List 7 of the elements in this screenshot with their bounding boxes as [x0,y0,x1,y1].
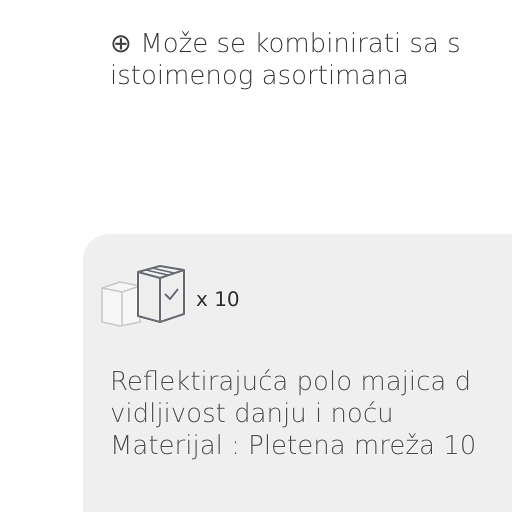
boxes-icon [100,264,186,328]
quantity-label: x 10 [196,287,240,311]
product-description: Reflektirajuća polo majica d [110,366,472,398]
product-description: Materijal : Pletena mreža 10 [110,430,478,462]
product-description: vidljivost danju i noću [110,398,395,430]
combination-note: istoimenog asortimana [110,60,410,92]
combination-note: ⊕ Može se kombinirati sa s [110,28,462,60]
